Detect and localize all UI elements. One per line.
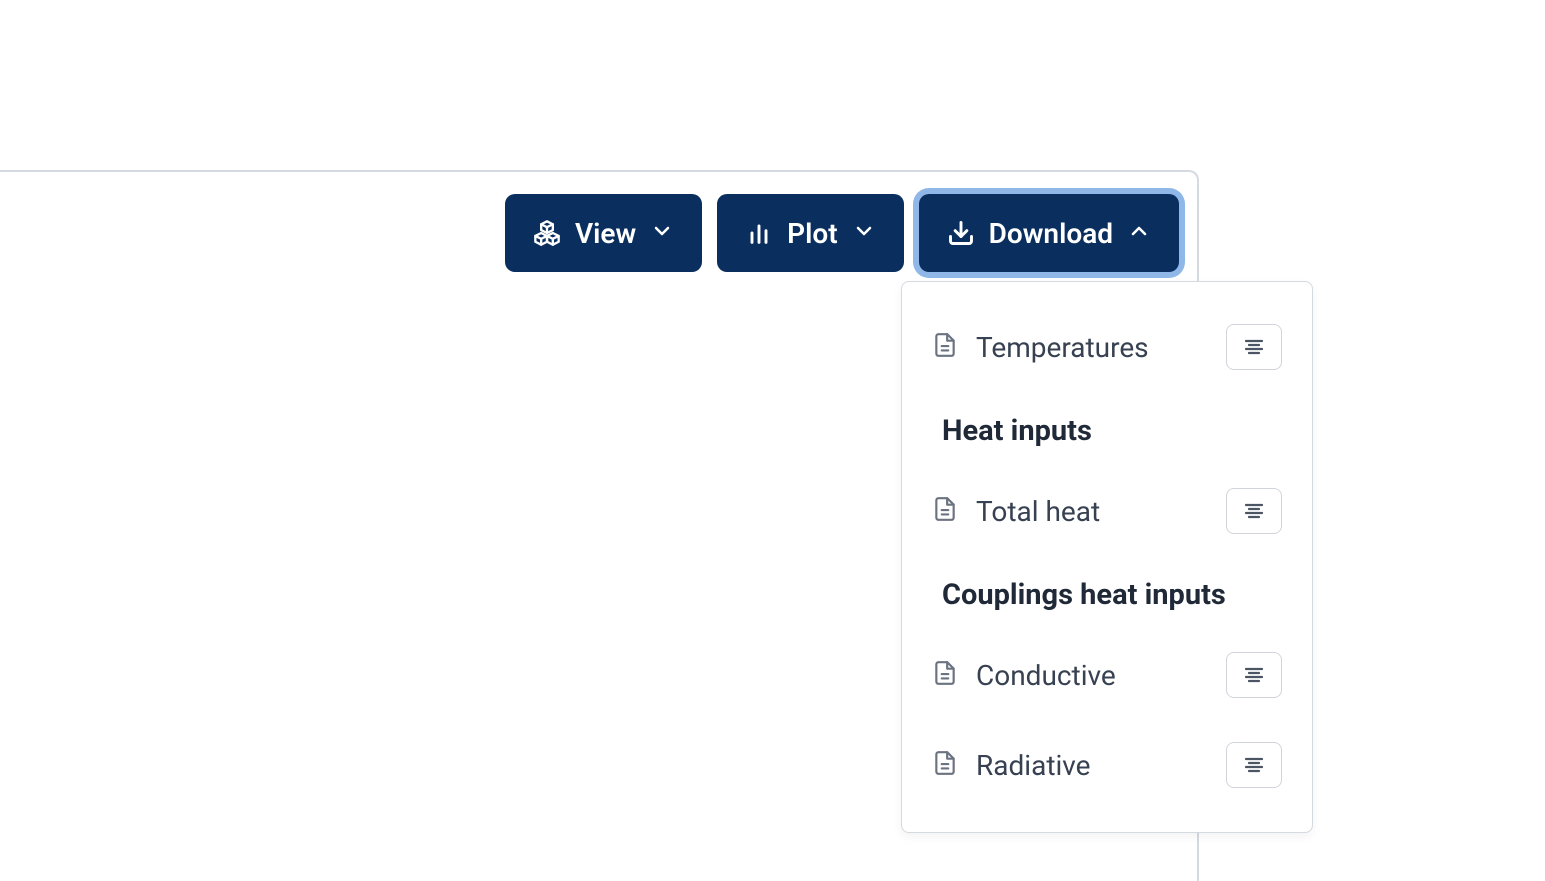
menu-item-label: Radiative [976, 749, 1091, 782]
align-center-button[interactable] [1226, 488, 1282, 534]
align-center-button[interactable] [1226, 742, 1282, 788]
align-center-button[interactable] [1226, 324, 1282, 370]
section-header-heat-inputs: Heat inputs [902, 392, 1312, 466]
download-dropdown: Temperatures Heat inputs Total heat [901, 281, 1313, 833]
chevron-down-icon [650, 217, 674, 250]
menu-item-temperatures[interactable]: Temperatures [902, 302, 1312, 392]
menu-item-label: Total heat [976, 495, 1100, 528]
view-label: View [575, 217, 636, 250]
toolbar: View Plot [505, 194, 1179, 272]
chevron-down-icon [852, 217, 876, 250]
view-button[interactable]: View [505, 194, 702, 272]
download-label: Download [989, 217, 1113, 250]
section-header-couplings: Couplings heat inputs [902, 556, 1312, 630]
menu-item-conductive[interactable]: Conductive [902, 630, 1312, 720]
file-icon [932, 332, 958, 362]
plot-button[interactable]: Plot [717, 194, 904, 272]
menu-item-radiative[interactable]: Radiative [902, 720, 1312, 810]
file-icon [932, 660, 958, 690]
boxes-icon [533, 219, 561, 247]
chevron-up-icon [1127, 217, 1151, 250]
file-icon [932, 750, 958, 780]
menu-item-label: Temperatures [976, 331, 1149, 364]
download-button[interactable]: Download [919, 194, 1179, 272]
plot-label: Plot [787, 217, 838, 250]
align-center-button[interactable] [1226, 652, 1282, 698]
file-icon [932, 496, 958, 526]
menu-item-label: Conductive [976, 659, 1116, 692]
download-icon [947, 219, 975, 247]
menu-item-total-heat[interactable]: Total heat [902, 466, 1312, 556]
bar-chart-icon [745, 219, 773, 247]
